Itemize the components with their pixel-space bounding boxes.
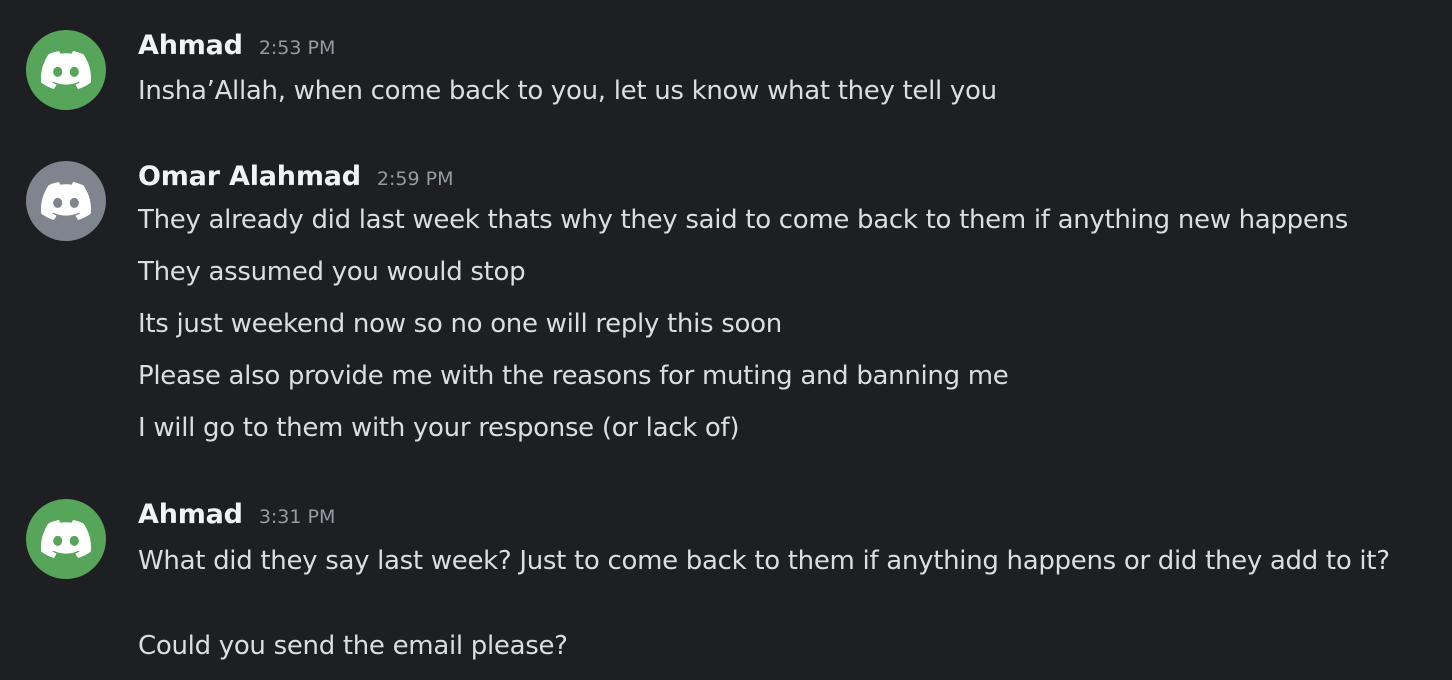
message-header: Ahmad 3:31 PM xyxy=(138,499,335,530)
message-text: They assumed you would stop xyxy=(138,257,526,287)
message-header: Ahmad 2:53 PM xyxy=(138,30,335,61)
username[interactable]: Ahmad xyxy=(138,30,243,61)
message-text: What did they say last week? Just to com… xyxy=(138,546,1390,576)
message-text: I will go to them with your response (or… xyxy=(138,413,740,443)
message-text: Insha’Allah, when come back to you, let … xyxy=(138,76,997,106)
discord-logo-icon xyxy=(41,51,91,89)
avatar[interactable] xyxy=(26,30,106,110)
message-text: Its just weekend now so no one will repl… xyxy=(138,309,782,339)
message-text: Could you send the email please? xyxy=(138,631,568,661)
timestamp: 2:59 PM xyxy=(376,168,454,190)
message-header: Omar Alahmad 2:59 PM xyxy=(138,161,453,192)
avatar[interactable] xyxy=(26,499,106,579)
discord-logo-icon xyxy=(41,182,91,220)
message-text: Please also provide me with the reasons … xyxy=(138,361,1009,391)
message-text: They already did last week thats why the… xyxy=(138,205,1348,235)
discord-logo-icon xyxy=(41,520,91,558)
avatar[interactable] xyxy=(26,161,106,241)
timestamp: 3:31 PM xyxy=(258,506,336,528)
timestamp: 2:53 PM xyxy=(258,37,336,59)
username[interactable]: Ahmad xyxy=(138,499,243,530)
chat-messages: Ahmad 2:53 PM Insha’Allah, when come bac… xyxy=(0,0,1452,680)
username[interactable]: Omar Alahmad xyxy=(138,161,361,192)
